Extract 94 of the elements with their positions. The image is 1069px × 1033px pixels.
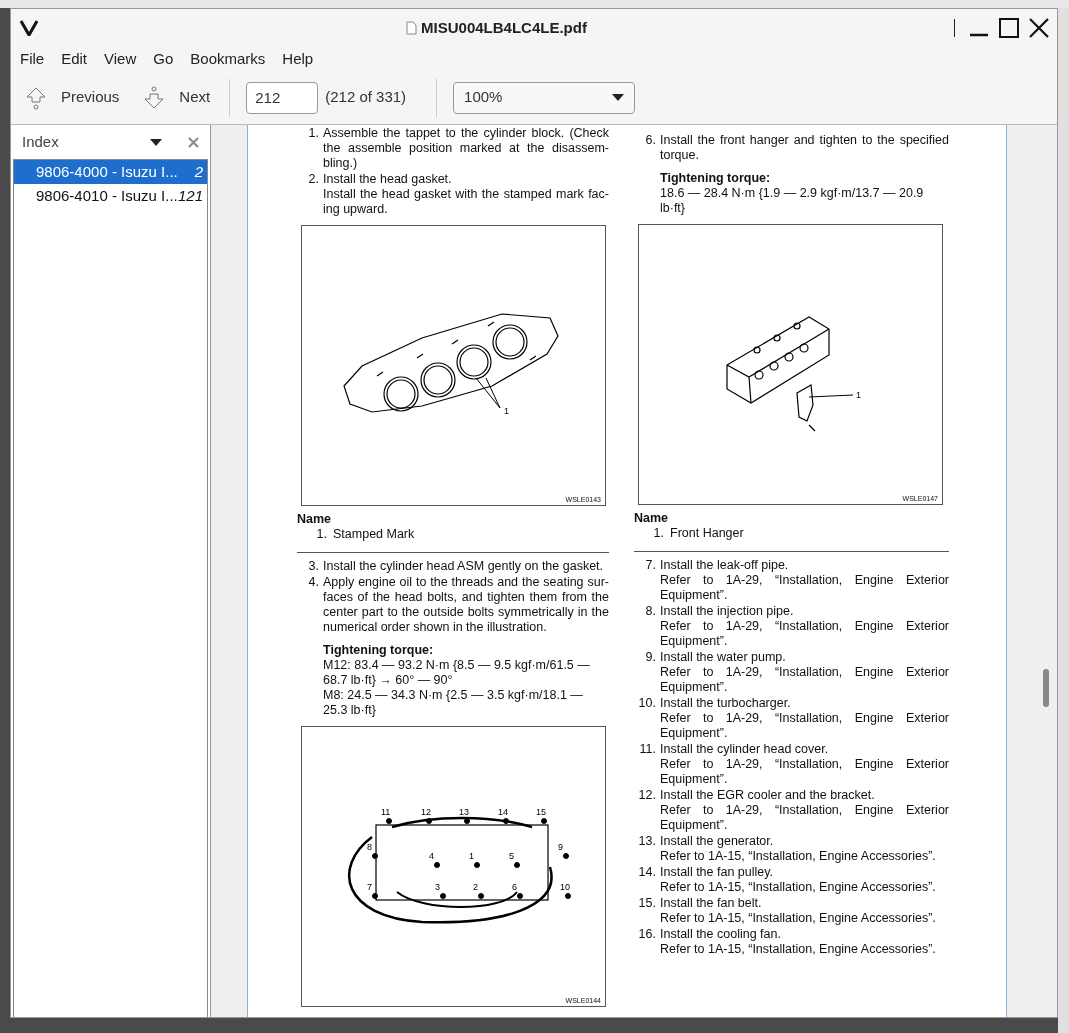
step-note: Refer to 1A-29, “Installation, Engine Exterior Equipment”.: [660, 711, 949, 741]
step-note: Refer to 1A-29, “Installation, Engine Exterior Equipment”.: [660, 803, 949, 833]
callout-number: 12: [421, 807, 431, 817]
callout-number: 10: [560, 882, 570, 892]
step-text: Apply engine oil to the threads and the seating sur- faces of the head bolts, and tighten them from the center part to the outside bolts symmetrically in the numerical order shown in the illustration.: [323, 575, 609, 635]
step-number: 4.: [307, 575, 320, 591]
step-note: Refer to 1A-29, “Installation, Engine Exterior Equipment”.: [660, 573, 949, 603]
step-number: 14.: [638, 865, 657, 881]
index-item[interactable]: 9806-4000 - Isuzu I... 2: [14, 160, 207, 184]
callout-number: 3: [435, 882, 440, 892]
step-number: 6.: [644, 133, 657, 149]
torque-heading: Tightening torque:: [660, 171, 772, 186]
step-number: 15.: [638, 896, 657, 912]
step-text: Install the water pump.: [660, 650, 787, 665]
step-number: 11.: [638, 742, 657, 758]
step-number: 2.: [307, 172, 320, 188]
index-item[interactable]: 9806-4010 - Isuzu I...121: [14, 184, 207, 208]
step-text: Install the head gasket.: [323, 172, 453, 187]
step-note: Refer to 1A-15, “Installation, Engine Accessories”.: [660, 942, 937, 957]
name-label: Front Hanger: [670, 526, 744, 541]
step-number: 10.: [638, 696, 657, 712]
step-text: Install the cylinder head ASM gently on the gasket.: [323, 559, 605, 574]
callout-number: 11: [381, 807, 391, 817]
menu-item[interactable]: Go: [153, 47, 174, 71]
names-heading: Name: [634, 511, 670, 526]
step-text: Assemble the tappet to the cylinder block. (Check the assemble position marked at the disassem- bling.): [323, 126, 609, 171]
torque-value: M12: 83.4 — 93.2 N·m {8.5 — 9.5 kgf·m/61.5 — 68.7 lb·ft} → 60° — 90° M8: 24.5 — 34.3 N·m {2.5 — 3.5 kgf·m/18.1 — 25.3 lb·ft}: [323, 658, 591, 718]
step-number: 9.: [644, 650, 657, 666]
step-text: Install the cylinder head cover.: [660, 742, 830, 757]
up-arrow-icon: [25, 85, 47, 110]
step-number: 8.: [644, 604, 657, 620]
callout-number: 1: [504, 406, 509, 416]
step-note: Refer to 1A-29, “Installation, Engine Exterior Equipment”.: [660, 619, 949, 649]
previous-button[interactable]: Previous: [25, 79, 120, 116]
leader-line: [475, 377, 501, 409]
step-text: Install the generator.: [660, 834, 775, 849]
scrollbar-thumb[interactable]: [1043, 669, 1049, 707]
callout-number: 1: [469, 851, 474, 861]
step-number: 13.: [638, 834, 657, 850]
step-note: Refer to 1A-29, “Installation, Engine Exterior Equipment”.: [660, 757, 949, 787]
callout-number: 2: [473, 882, 478, 892]
step-note: Refer to 1A-15, “Installation, Engine Accessories”.: [660, 880, 937, 895]
torque-value: 18.6 — 28.4 N·m {1.9 — 2.9 kgf·m/13.7 — 20.9 lb·ft}: [660, 186, 925, 216]
page-number-field[interactable]: 212: [246, 81, 319, 114]
window-title: MISU004LB4LC4LE.pdf: [421, 17, 587, 38]
step-note: Refer to 1A-15, “Installation, Engine Accessories”.: [660, 849, 937, 864]
sidebar-title: Index: [22, 131, 60, 152]
app-logo-icon: [19, 20, 39, 36]
menu-item[interactable]: Help: [282, 47, 314, 71]
step-number: 1.: [307, 126, 320, 142]
step-number: 12.: [638, 788, 657, 804]
step-number: 3.: [307, 559, 320, 574]
torque-heading: Tightening torque:: [323, 643, 435, 658]
close-icon[interactable]: [1029, 18, 1049, 38]
callout-number: 14: [498, 807, 508, 817]
name-label: Stamped Mark: [333, 527, 415, 542]
callout-number: 13: [459, 807, 469, 817]
name-number: 1.: [652, 526, 665, 541]
down-arrow-icon: [143, 85, 166, 110]
step-note: Install the head gasket with the stamped mark fac- ing upward.: [323, 187, 609, 217]
step-number: 7.: [644, 558, 657, 574]
callout-number: 9: [558, 842, 563, 852]
zoom-dropdown[interactable]: 100%: [453, 81, 636, 114]
name-number: 1.: [315, 527, 328, 542]
page-count: (212 of 331): [325, 87, 407, 108]
step-text: Install the fan belt.: [660, 896, 763, 911]
step-number: 16.: [638, 927, 657, 943]
callout-number: 1: [856, 390, 861, 400]
step-text: Install the turbocharger.: [660, 696, 792, 711]
caret-icon: [612, 94, 625, 101]
step-text: Install the injection pipe.: [660, 604, 795, 619]
menu-item[interactable]: File: [20, 47, 45, 71]
maximize-icon[interactable]: [999, 18, 1019, 38]
callout-number: 8: [367, 842, 372, 852]
callout-number: 5: [509, 851, 514, 861]
step-note: Refer to 1A-15, “Installation, Engine Accessories”.: [660, 911, 937, 926]
leader-line: [808, 394, 854, 398]
caret-icon[interactable]: [150, 138, 162, 146]
next-button[interactable]: Next: [143, 79, 211, 116]
step-text: Install the cooling fan.: [660, 927, 782, 942]
step-text: Install the fan pulley.: [660, 865, 775, 880]
menu-item[interactable]: Edit: [61, 47, 88, 71]
step-text: Install the leak-off pipe.: [660, 558, 790, 573]
callout-number: 15: [536, 807, 546, 817]
names-heading: Name: [297, 512, 333, 527]
step-text: Install the front hanger and tighten to the specified torque.: [660, 133, 949, 163]
callout-number: 7: [367, 882, 372, 892]
menu-item[interactable]: Bookmarks: [190, 47, 266, 71]
menu-item[interactable]: View: [104, 47, 137, 71]
step-text: Install the EGR cooler and the bracket.: [660, 788, 876, 803]
callout-number: 6: [512, 882, 517, 892]
callout-number: 4: [429, 851, 434, 861]
document-icon: [406, 21, 418, 35]
step-note: Refer to 1A-29, “Installation, Engine Exterior Equipment”.: [660, 665, 949, 695]
